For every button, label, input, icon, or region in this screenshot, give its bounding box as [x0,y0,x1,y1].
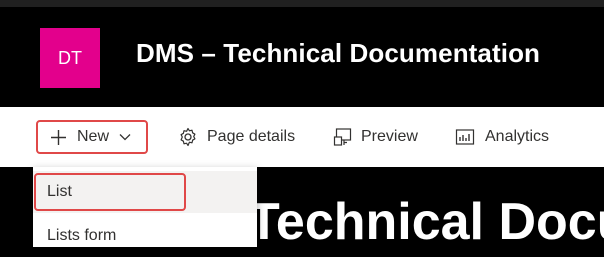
menu-item-lists-form[interactable]: Lists form [33,215,257,257]
site-title[interactable]: DMS – Technical Documentation [136,38,540,69]
analytics-label: Analytics [485,128,550,145]
menu-item-lists-form-label: Lists form [47,227,117,244]
command-bar: New Page details Preview Analytics [0,107,604,167]
preview-button[interactable]: Preview [333,120,418,154]
page-details-label: Page details [207,128,296,145]
site-logo[interactable]: DT [40,28,100,88]
site-header: DT DMS – Technical Documentation [0,7,604,107]
page-details-button[interactable]: Page details [178,120,295,154]
gear-icon [178,127,198,147]
menu-item-list[interactable]: List [33,171,257,213]
new-button[interactable]: New [36,120,148,154]
preview-label: Preview [361,128,418,145]
preview-icon [333,127,353,147]
page-title: Technical Docu [248,193,604,251]
chevron-down-icon [119,133,131,141]
menu-item-list-label: List [47,183,72,200]
analytics-icon [455,127,475,147]
plus-icon [50,129,67,146]
window-top-strip [0,0,604,7]
site-logo-initials: DT [58,47,82,68]
new-dropdown-menu: List Lists form [33,167,257,247]
new-button-label: New [77,128,110,145]
analytics-button[interactable]: Analytics [455,120,549,154]
